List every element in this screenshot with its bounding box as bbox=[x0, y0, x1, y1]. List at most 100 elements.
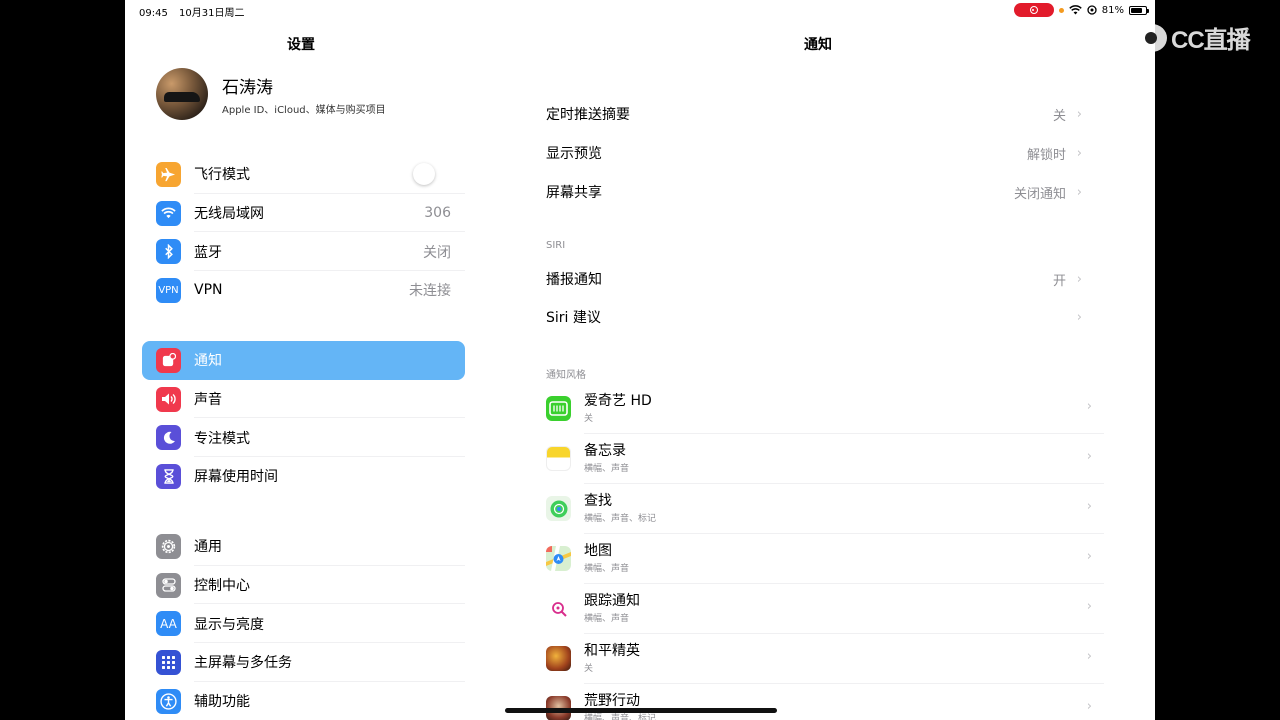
notification-style-header: 通知风格 bbox=[546, 370, 586, 381]
row-label: 定时推送摘要 bbox=[546, 107, 630, 123]
app-name: 地图 bbox=[584, 543, 612, 559]
bluetooth-icon bbox=[156, 239, 181, 265]
app-row-knives-out[interactable]: 荒野行动 横幅、声音、标记 › bbox=[546, 684, 1102, 720]
display-icon: AA bbox=[156, 611, 181, 637]
bluetooth-value: 关闭 bbox=[423, 244, 451, 261]
chevron-right-icon: › bbox=[1086, 549, 1092, 564]
sidebar-item-label: 辅助功能 bbox=[194, 694, 250, 711]
app-row-find-my[interactable]: 查找 横幅、声音、标记 › bbox=[546, 484, 1104, 534]
sidebar-item-label: 通知 bbox=[194, 353, 222, 370]
accessibility-icon bbox=[156, 688, 181, 714]
vpn-value: 未连接 bbox=[409, 283, 451, 300]
row-value: 解锁时 bbox=[1026, 147, 1066, 163]
airplane-mode-toggle[interactable] bbox=[413, 163, 435, 186]
row-screen-sharing[interactable]: 屏幕共享 关闭通知 › bbox=[546, 173, 1092, 211]
home-indicator[interactable] bbox=[505, 708, 777, 713]
cc-live-watermark: CC直播 bbox=[1137, 20, 1251, 55]
sidebar-item-label: 飞行模式 bbox=[194, 167, 250, 184]
app-name: 荒野行动 bbox=[584, 693, 640, 709]
app-style: 关 bbox=[584, 664, 594, 674]
settings-sidebar: 设置 石涛涛 Apple ID、iCloud、媒体与购买项目 飞行模式 无线局域… bbox=[125, 0, 477, 720]
airplane-icon bbox=[156, 161, 181, 187]
sidebar-item-label: 无线局域网 bbox=[194, 206, 264, 223]
sidebar-item-accessibility[interactable]: 辅助功能 bbox=[142, 682, 465, 720]
sidebar-item-screen-time[interactable]: 屏幕使用时间 bbox=[142, 457, 465, 496]
row-value: 关闭通知 bbox=[1013, 186, 1066, 202]
ipad-screen: 09:45 10月31日周二 81% 设置 石涛涛 Apple ID、iClou… bbox=[125, 0, 1155, 720]
app-name: 跟踪通知 bbox=[584, 593, 640, 609]
sidebar-item-label: VPN bbox=[194, 282, 223, 299]
sidebar-item-display[interactable]: AA 显示与亮度 bbox=[142, 604, 465, 644]
chevron-right-icon: › bbox=[1076, 106, 1082, 122]
sidebar-item-label: 控制中心 bbox=[194, 578, 250, 595]
tracking-icon bbox=[546, 596, 571, 621]
app-name: 备忘录 bbox=[584, 443, 626, 459]
notes-icon bbox=[546, 446, 571, 471]
app-row-peace-elite[interactable]: 和平精英 关 › bbox=[546, 634, 1104, 684]
wifi-network-value: 306 bbox=[424, 205, 451, 222]
app-name: 爱奇艺 HD bbox=[584, 393, 652, 409]
avatar bbox=[156, 68, 208, 120]
sidebar-item-notifications[interactable]: 通知 bbox=[142, 341, 465, 380]
app-style: 横幅、声音 bbox=[584, 614, 630, 624]
app-name: 查找 bbox=[584, 493, 612, 509]
chevron-right-icon: › bbox=[1076, 145, 1082, 161]
sidebar-item-bluetooth[interactable]: 蓝牙 关闭 bbox=[142, 232, 465, 272]
profile-name: 石涛涛 bbox=[222, 77, 273, 98]
sidebar-item-airplane-mode[interactable]: 飞行模式 bbox=[142, 155, 465, 194]
row-label: 屏幕共享 bbox=[546, 185, 602, 201]
chevron-right-icon: › bbox=[1076, 184, 1082, 200]
sidebar-item-wifi[interactable]: 无线局域网 306 bbox=[142, 194, 465, 233]
wifi-icon bbox=[156, 200, 181, 226]
app-row-tracking[interactable]: 跟踪通知 横幅、声音 › bbox=[546, 584, 1104, 634]
siri-section-header: SIRI bbox=[546, 240, 566, 251]
row-label: 播报通知 bbox=[546, 272, 602, 288]
chevron-right-icon: › bbox=[1086, 599, 1092, 614]
chevron-right-icon: › bbox=[1076, 309, 1082, 325]
maps-icon bbox=[546, 546, 571, 571]
chevron-right-icon: › bbox=[1086, 499, 1092, 514]
app-row-maps[interactable]: 地图 横幅、声音 › bbox=[546, 534, 1104, 584]
apple-id-profile[interactable]: 石涛涛 Apple ID、iCloud、媒体与购买项目 bbox=[156, 68, 386, 120]
detail-title: 通知 bbox=[804, 37, 832, 53]
watermark-text: CC直播 bbox=[1171, 27, 1251, 54]
pubg-icon bbox=[546, 646, 571, 671]
sidebar-item-label: 主屏幕与多任务 bbox=[194, 655, 292, 672]
sidebar-item-sounds[interactable]: 声音 bbox=[142, 380, 465, 419]
row-siri-suggestions[interactable]: Siri 建议 › bbox=[546, 298, 1092, 336]
chevron-right-icon: › bbox=[1086, 699, 1092, 714]
sidebar-item-label: 蓝牙 bbox=[194, 244, 222, 261]
sidebar-item-label: 声音 bbox=[194, 392, 222, 409]
app-style: 横幅、声音、标记 bbox=[584, 514, 657, 524]
connectivity-group: 飞行模式 无线局域网 306 蓝牙 关闭 VPN VPN 未连接 bbox=[142, 155, 465, 310]
sidebar-item-vpn[interactable]: VPN VPN 未连接 bbox=[142, 271, 465, 310]
notifications-detail: 通知 定时推送摘要 关 › 显示预览 解锁时 › 屏幕共享 关闭通知 › SIR… bbox=[477, 0, 1155, 720]
sidebar-item-general[interactable]: 通用 bbox=[142, 527, 465, 566]
row-announce-notifications[interactable]: 播报通知 开 › bbox=[546, 260, 1092, 298]
speaker-icon bbox=[156, 386, 181, 412]
app-style: 关 bbox=[584, 414, 594, 424]
cc-logo-icon bbox=[1137, 23, 1167, 52]
chevron-right-icon: › bbox=[1086, 449, 1092, 464]
app-style: 横幅、声音 bbox=[584, 564, 630, 574]
sidebar-item-focus[interactable]: 专注模式 bbox=[142, 418, 465, 458]
sidebar-item-control-center[interactable]: 控制中心 bbox=[142, 566, 465, 605]
row-show-previews[interactable]: 显示预览 解锁时 › bbox=[546, 134, 1092, 172]
row-value: 开 bbox=[1052, 273, 1066, 289]
gear-icon bbox=[156, 533, 181, 559]
iqiyi-icon bbox=[546, 396, 571, 421]
app-style: 横幅、声音 bbox=[584, 464, 630, 474]
chevron-right-icon: › bbox=[1076, 271, 1082, 287]
switches-icon bbox=[156, 572, 181, 598]
chevron-right-icon: › bbox=[1086, 649, 1092, 664]
sidebar-item-label: 专注模式 bbox=[194, 430, 250, 447]
sidebar-title: 设置 bbox=[287, 37, 315, 53]
app-row-iqiyi[interactable]: 爱奇艺 HD 关 › bbox=[546, 384, 1104, 434]
row-value: 关 bbox=[1052, 108, 1066, 124]
sidebar-item-home-screen[interactable]: 主屏幕与多任务 bbox=[142, 643, 465, 682]
row-scheduled-summary[interactable]: 定时推送摘要 关 › bbox=[546, 95, 1092, 133]
sidebar-item-label: 显示与亮度 bbox=[194, 616, 264, 633]
notification-icon bbox=[156, 347, 181, 373]
row-label: 显示预览 bbox=[546, 146, 602, 162]
app-row-notes[interactable]: 备忘录 横幅、声音 › bbox=[546, 434, 1104, 484]
